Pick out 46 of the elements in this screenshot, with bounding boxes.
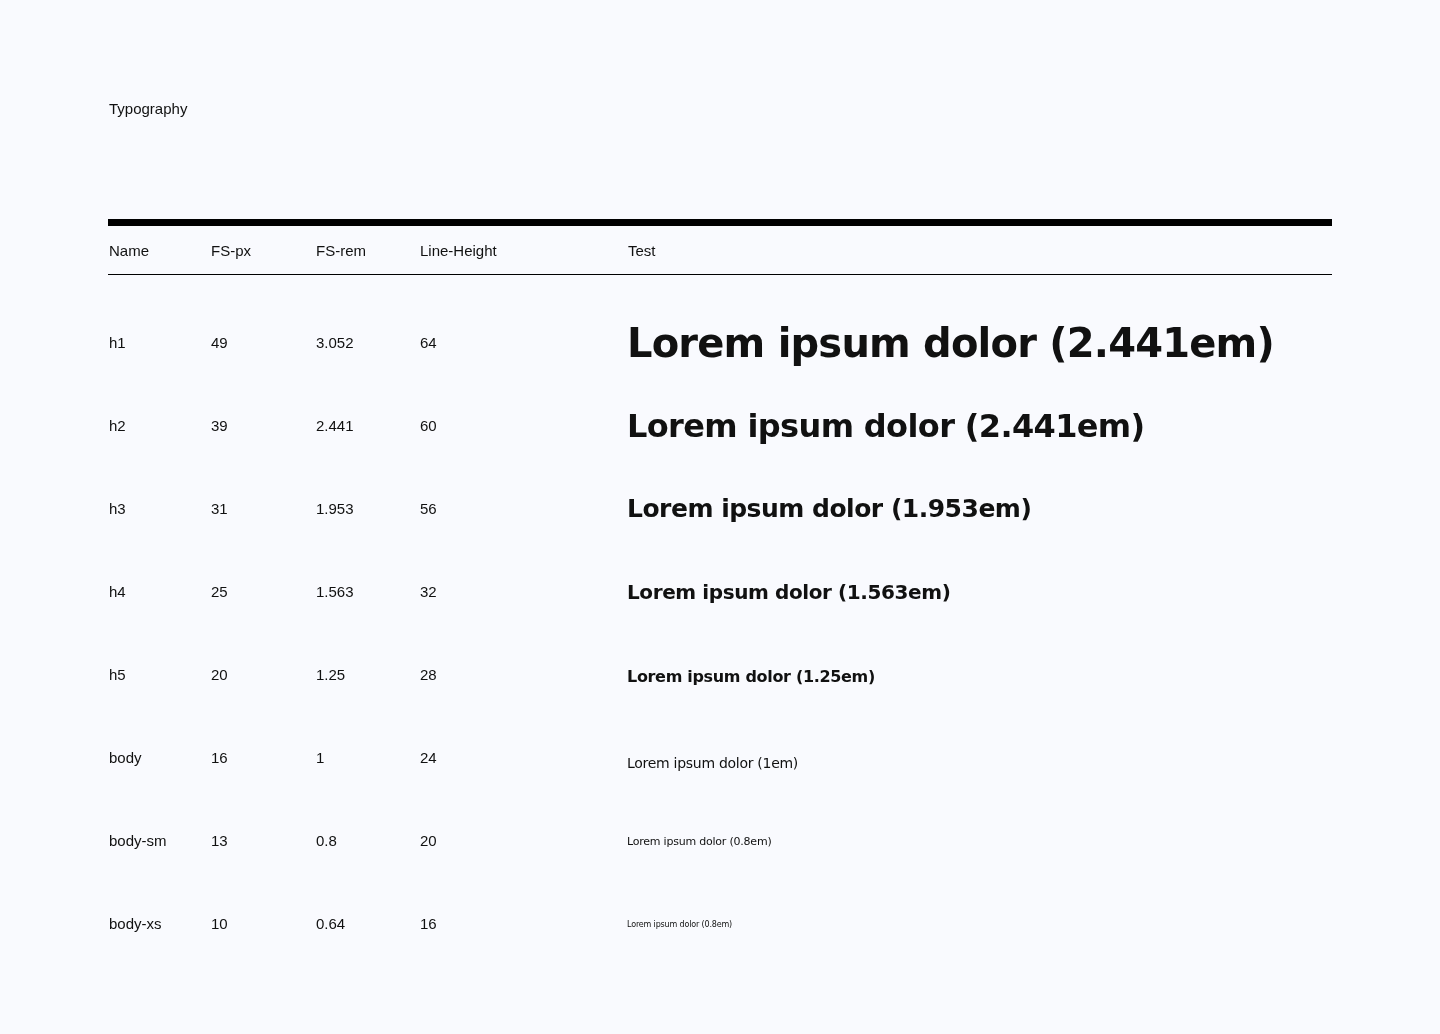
table-cell-text: 3.052 <box>315 334 355 351</box>
type-sample: Lorem ipsum dolor (0.8em) <box>627 919 734 929</box>
type-sample: Lorem ipsum dolor (1.25em) <box>627 666 876 686</box>
table-cell-text: 60 <box>419 417 438 434</box>
table-cell-text: 0.64 <box>315 915 347 932</box>
table-cell-text: 20 <box>419 832 438 849</box>
table-cell-text: h3 <box>108 500 127 517</box>
table-cell-text: 10 <box>210 915 229 932</box>
table-cell-text: body-sm <box>108 832 168 849</box>
type-sample: Lorem ipsum dolor (1.953em) <box>627 494 1033 523</box>
type-sample: Lorem ipsum dolor (2.441em) <box>627 319 1275 366</box>
table-cell-text: 56 <box>419 500 438 517</box>
type-sample: Lorem ipsum dolor (1.563em) <box>627 579 952 604</box>
column-header: FS-rem <box>315 241 367 259</box>
table-cell-text: 0.8 <box>315 832 338 849</box>
column-header: Name <box>108 241 150 259</box>
table-cell-text: h5 <box>108 666 127 683</box>
table-cell-text: 1.25 <box>315 666 347 683</box>
type-sample: Lorem ipsum dolor (2.441em) <box>627 406 1146 445</box>
table-cell-text: 49 <box>210 334 229 351</box>
table-cell-text: 39 <box>210 417 229 434</box>
table-cell-text: 24 <box>419 749 438 766</box>
table-cell-text: h2 <box>108 417 127 434</box>
table-cell-text: 64 <box>419 334 438 351</box>
column-header: Test <box>627 241 657 259</box>
table-cell-text: 28 <box>419 666 438 683</box>
table-cell-text: body <box>108 749 143 766</box>
table-cell-text: body-xs <box>108 915 163 932</box>
table-cell-text: 1 <box>315 749 326 766</box>
table-cell-text: h1 <box>108 334 127 351</box>
table-cell-text: 25 <box>210 583 229 600</box>
table-cell-text: 1.563 <box>315 583 355 600</box>
table-cell-text: 16 <box>210 749 229 766</box>
table-cell-text: 32 <box>419 583 438 600</box>
table-cell-text: 2.441 <box>315 417 355 434</box>
table-cell-text: 20 <box>210 666 229 683</box>
table-cell-text: 16 <box>419 915 438 932</box>
table-cell-text: 31 <box>210 500 229 517</box>
type-sample: Lorem ipsum dolor (1em) <box>627 753 800 771</box>
type-sample: Lorem ipsum dolor (0.8em) <box>627 834 773 848</box>
column-header: Line-Height <box>419 241 498 259</box>
page-title: Typography <box>109 100 189 118</box>
table-cell-text: 13 <box>210 832 229 849</box>
column-header: FS-px <box>210 241 252 259</box>
table-cell-text: 1.953 <box>315 500 355 517</box>
table-cell-text: h4 <box>108 583 127 600</box>
